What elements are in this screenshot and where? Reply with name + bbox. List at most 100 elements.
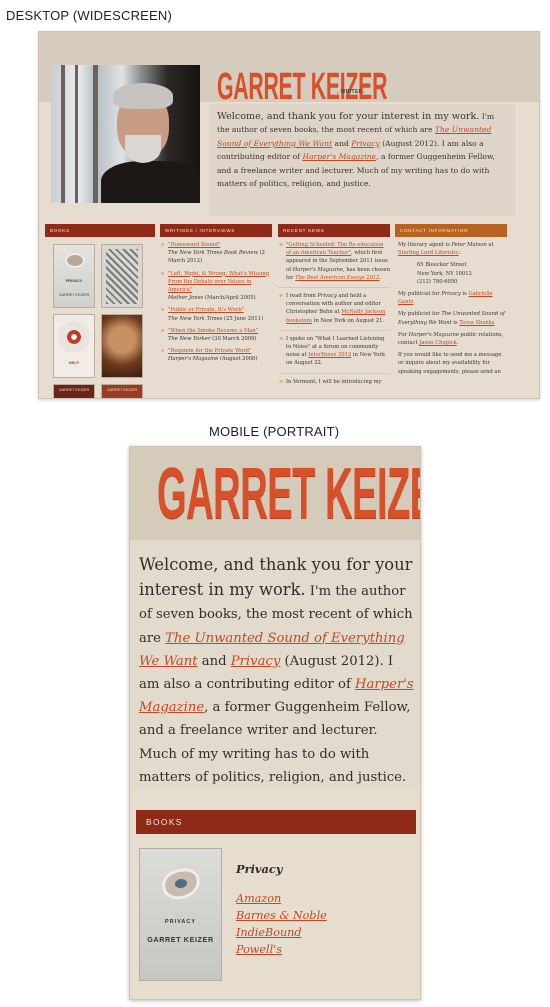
site-tagline: , WRITER. [337,89,365,95]
address-line: New York, NY 10012 [417,270,472,277]
writing-item: » "Left, Right, & Wrong: What's Missing F… [161,270,270,302]
book-cover-privacy[interactable]: PRIVACY GARRET KEIZER [139,848,222,981]
writing-link[interactable]: "Requiem for the Private Word" [168,348,251,354]
contact-column: CONTACT INFORMATION My literary agent is… [395,224,507,398]
intro-text: Welcome, and thank you for your interest… [139,553,414,789]
book-cover-author: GARRET KEIZER [147,935,214,944]
writing-source: The New Yorker [168,336,211,343]
contact-text: at [486,242,494,248]
contact-publicist-2: My publicist for The Unwanted Sound of E… [395,310,507,326]
intro-text-part: and [332,138,352,148]
pattern-graphic [106,249,138,304]
contact-message: If you would like to send me a message o… [398,352,502,375]
site-logo[interactable]: GARRET KEIZER [157,458,420,530]
mobile-caption: MOBILE (PORTRAIT) [209,424,340,439]
contact-address: 65 Bleecker Street New York, NY 10012 (2… [395,261,507,286]
writing-date: (August 2008) [218,356,258,363]
mobile-screenshot: GARRET KEIZER Welcome, and thank you for… [129,446,421,1000]
store-link-barnes-noble[interactable]: Barnes & Noble [236,909,327,922]
writing-item: » "When the Smoke Became a Man" The New Yo… [161,327,259,343]
book-cover-title: PRIVACY [164,919,197,925]
contact-publicist-1: My publicist for Privacy is Gabrielle Ga… [395,290,507,306]
record-graphic [58,321,90,353]
contact-harpers: For Harper's Magazine public relations, … [395,331,507,347]
writing-link[interactable]: "When the Smoke Became a Man" [168,328,258,334]
book-cover-privacy[interactable]: PRIVACY GARRET KEIZER [53,244,95,308]
news-text: In Vermont, I will be introducing my [286,378,382,385]
writing-link[interactable]: "Homeward Bound" [168,242,220,248]
news-text: in New York on August 21. [312,317,385,324]
contact-text: For [398,331,409,338]
site-logo[interactable]: GARRET KEIZER [217,68,387,106]
pr-link[interactable]: Jason Chupick [419,340,457,346]
news-item: ∞ I read from Privacy and held a conversa… [279,293,386,324]
desktop-screenshot: GARRET KEIZER , WRITER. Welcome, and tha… [38,31,540,399]
contact-text: My publicist for [398,311,442,318]
intro-text: Welcome, and thank you for your interest… [217,110,507,190]
writing-item: » "Public or Private, It's Work" The New Y… [161,307,263,322]
news-link[interactable]: InterNoise 2012 [308,352,351,358]
link-privacy[interactable]: Privacy [351,139,380,148]
address-line: 65 Bleecker Street [417,262,467,269]
writing-source: The New York Times [168,315,223,322]
intro-box: Welcome, and thank you for your interest… [130,540,420,790]
store-link-indiebound[interactable]: IndieBound [236,926,302,939]
contact-header: CONTACT INFORMATION [395,224,507,237]
writing-source: The New York Times Book Review [168,250,258,257]
author-photo [51,65,200,203]
writings-header: WRITINGS / INTERVIEWS [160,224,272,237]
book-cover-title: PRIVACY [65,279,83,283]
intro-text-part: and [197,653,231,669]
writing-date: (25 June 2011) [222,315,263,322]
publicist-link[interactable]: Tessa Shanks [459,320,494,326]
writing-item: » "Homeward Bound" The New York Times Book… [161,242,265,265]
store-link-amazon[interactable]: Amazon [236,892,281,905]
book-cover-author: GARRET KEIZER [58,388,90,392]
contact-text: Privacy [441,291,461,298]
address-line: (212) 780-6050 [417,278,458,285]
mobile-header: GARRET KEIZER [130,447,420,540]
writing-item: » "Requiem for the Private Word" Harper's … [161,348,258,363]
contact-text: Harper's Magazine [408,331,459,338]
contact-text: My publicist for [398,291,442,298]
news-link[interactable]: The Best American Essays 2012 [295,275,379,281]
writing-source: Harper's Magazine [168,356,219,363]
news-text: Harper's Magazine [292,266,344,273]
book-cover-help[interactable]: HELP [53,314,95,378]
book-cover-5[interactable]: GARRET KEIZER [53,384,95,398]
news-column: RECENT NEWS ∞ "Getting Schooled: The Re-e… [278,224,390,398]
link-harpers[interactable]: Harper's Magazine [302,152,376,161]
contact-text: My literary agent is [398,242,452,248]
contact-text: Peter Matson [451,242,487,248]
writing-date: (March/April 2005) [203,295,256,302]
news-text: I read from [286,293,318,300]
contact-text: : [458,250,461,257]
book-cover-title: HELP [68,361,80,365]
desktop-caption: DESKTOP (WIDESCREEN) [6,8,173,23]
eye-icon [65,253,85,268]
book-cover-author: GARRET KEIZER [106,388,138,392]
book-cover-author: GARRET KEIZER [58,293,90,297]
intro-box: Welcome, and thank you for your interest… [209,104,515,216]
writing-source: Mother Jones [168,295,204,302]
book-cover-6[interactable]: GARRET KEIZER [101,384,143,398]
book-cover-painting[interactable] [101,314,143,378]
writing-link[interactable]: "Left, Right, & Wrong: What's Missing Fr… [168,271,269,293]
news-item: ∞ In Vermont, I will be introducing my [279,378,382,385]
contact-agent: My literary agent is Peter Matson at Ste… [395,241,507,257]
news-item: ∞ I spoke on "What I Learned Listening to… [279,335,385,367]
store-link-powells[interactable]: Powell's [236,943,282,956]
news-text: . [379,274,382,281]
agency-link[interactable]: Sterling Lord Literistic [398,250,459,256]
books-section: BOOKS PRIVACY GARRET KEIZER Privacy Amaz… [130,790,420,999]
link-privacy[interactable]: Privacy [231,654,281,669]
eye-icon [160,866,202,902]
books-column: BOOKS PRIVACY GARRET KEIZER HELP GARRET … [45,224,155,398]
book-cover-unwanted-sound[interactable] [101,244,143,308]
writings-column: WRITINGS / INTERVIEWS » "Homeward Bound" T… [160,224,272,398]
intro-lead: Welcome, and thank you for your interest… [217,111,480,122]
news-text: Privacy [317,293,337,300]
writing-link[interactable]: "Public or Private, It's Work" [168,307,244,313]
news-item: ∞ "Getting Schooled: The Re-education of … [279,242,390,281]
news-header: RECENT NEWS [278,224,390,237]
